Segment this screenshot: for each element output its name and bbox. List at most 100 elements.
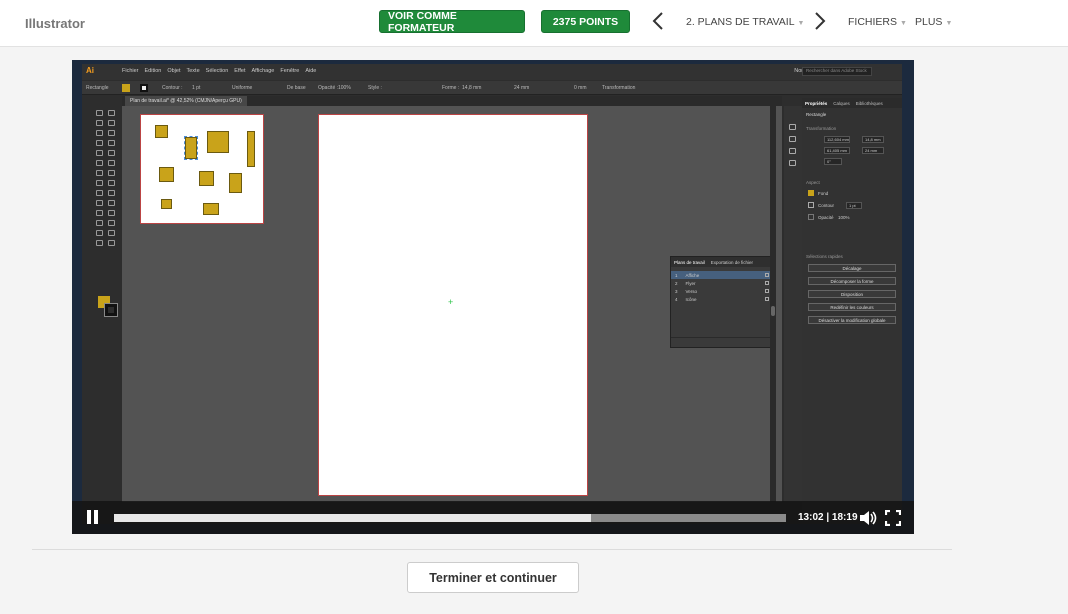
stock-search: Rechercher dans Adobe Stock: [802, 67, 872, 76]
selection-tool-icon: [96, 110, 103, 116]
zoom-icon: [108, 240, 115, 246]
curvature-icon: [108, 130, 115, 136]
artboard-number: 3: [675, 288, 678, 294]
document-tabs: Plan de travail.ai* @ 42,52% (CMJN/Aperç…: [122, 96, 782, 106]
artboard-row: 4 Icône: [671, 295, 773, 303]
perspective-icon: [108, 190, 115, 196]
more-label: PLUS: [915, 16, 943, 28]
offset-button: Décalage: [808, 264, 896, 272]
menu-item: Aide: [305, 68, 317, 74]
stroke-label: Contour :: [162, 85, 183, 91]
x-position: 112,604 mm: [824, 136, 850, 143]
expand-shape-button: Décomposer la forme: [808, 277, 896, 285]
tab-libraries: Bibliothèques: [855, 101, 883, 106]
artboard-name: Verso: [685, 288, 698, 294]
scale-icon: [108, 170, 115, 176]
transform-section-title: Transformation: [806, 126, 837, 131]
menu-item: Effet: [234, 68, 246, 74]
artboard-options-icon: [765, 297, 769, 301]
pause-icon[interactable]: [86, 510, 100, 524]
quick-actions-title: Sélections rapides: [806, 254, 843, 259]
fill-swatch: [122, 84, 130, 92]
magic-wand-icon: [96, 120, 103, 126]
volume-icon[interactable]: [859, 510, 877, 526]
opacity-value: 100%: [838, 215, 850, 220]
control-bar: Rectangle Contour : 1 pt Uniforme De bas…: [82, 81, 902, 95]
more-menu[interactable]: PLUS ▼: [915, 16, 952, 28]
rectangle-shape: [203, 203, 219, 215]
artboard-number: 4: [675, 296, 678, 302]
lesson-dropdown[interactable]: 2. PLANS DE TRAVAIL ▼: [686, 16, 804, 28]
timecode: 13:02 | 18:19: [798, 512, 858, 523]
menu-item: Edition: [144, 68, 162, 74]
artboard-options-icon: [765, 281, 769, 285]
eyedropper-icon: [96, 210, 103, 216]
chevron-left-icon[interactable]: [652, 11, 664, 35]
selected-object-type: Rectangle: [806, 112, 827, 117]
shaper-icon: [96, 160, 103, 166]
tab-artboards: Plans de travail: [674, 260, 705, 265]
artboard-row: 3 Verso: [671, 287, 773, 295]
blend-icon: [108, 210, 115, 216]
chevron-right-icon[interactable]: [814, 11, 826, 35]
opacity-icon: [808, 214, 814, 220]
lesson-title: 2. PLANS DE TRAVAIL: [686, 16, 795, 28]
color-panel-icon: [789, 124, 796, 130]
square-shape: [199, 171, 214, 186]
fill-swatch: [808, 190, 814, 196]
hand-icon: [96, 240, 103, 246]
caret-down-icon: ▼: [900, 20, 907, 27]
illustrator-window: Ai Fichier Edition Objet Texte Sélection…: [82, 64, 902, 524]
tab-properties: Propriétés: [805, 101, 828, 106]
artboard-small: [140, 114, 264, 224]
artboard-options-icon: [765, 289, 769, 293]
tab-file-export: Exportation de fichier: [710, 260, 754, 265]
mesh-icon: [96, 200, 103, 206]
opacity-value: 100%: [338, 85, 351, 91]
app-menubar: Ai Fichier Edition Objet Texte Sélection…: [82, 64, 902, 80]
artboards-panel-footer: [671, 337, 775, 347]
tall-rectangle: [247, 131, 255, 167]
artboard-number: 1: [675, 272, 678, 278]
document-tab: Plan de travail.ai* @ 42,52% (CMJN/Aperç…: [125, 96, 247, 106]
points-button[interactable]: 2375 POINTS: [541, 10, 630, 33]
global-edit-button: Désactiver la modification globale: [808, 316, 896, 324]
menu-item: Fichier: [122, 68, 139, 74]
finish-continue-button[interactable]: Terminer et continuer: [407, 562, 579, 593]
type-tool-icon: [96, 140, 103, 146]
rectangle-tool-icon: [96, 150, 103, 156]
opacity-label: Opacité: [818, 215, 834, 220]
files-menu[interactable]: FICHIERS ▼: [848, 16, 907, 28]
illustrator-logo: Ai: [86, 66, 94, 75]
height-value: 24 mm: [862, 147, 884, 154]
stroke-profile: Uniforme: [232, 85, 253, 91]
width-value: 14,8 mm: [862, 136, 884, 143]
progress-bar[interactable]: [114, 514, 786, 522]
arrange-button: Disposition: [808, 290, 896, 298]
direct-selection-icon: [108, 110, 115, 116]
artboard-name: Flyer: [685, 280, 696, 286]
stroke-swatch: [808, 202, 814, 208]
fill-label: Fond: [818, 191, 829, 196]
view-as-trainer-button[interactable]: VOIR COMME FORMATEUR: [379, 10, 525, 34]
y-position: 61,405 mm: [824, 147, 850, 154]
menu-item: Fenêtre: [280, 68, 300, 74]
gradient-icon: [108, 200, 115, 206]
tab-layers: Calques: [833, 101, 850, 106]
appearance-section-title: Aspect: [806, 180, 820, 185]
height-value: 24 mm: [514, 85, 530, 91]
stroke-swatch: [140, 84, 148, 92]
canvas-area: + Plans de travail Exportation de fichie…: [122, 106, 782, 502]
width-tool-icon: [96, 180, 103, 186]
video-player[interactable]: Ai Fichier Edition Objet Texte Sélection…: [72, 60, 914, 534]
menu-item: Affichage: [251, 68, 275, 74]
menu-item: Sélection: [205, 68, 229, 74]
artboards-panel-tabs: Plans de travail Exportation de fichier: [671, 257, 773, 267]
artboard-large: +: [318, 114, 588, 496]
toolbox: [92, 106, 122, 346]
fullscreen-icon[interactable]: [884, 509, 902, 527]
progress-fill: [114, 514, 592, 522]
selected-rectangle: [184, 136, 198, 160]
free-transform-icon: [108, 180, 115, 186]
width-value: 14,8 mm: [462, 85, 482, 91]
